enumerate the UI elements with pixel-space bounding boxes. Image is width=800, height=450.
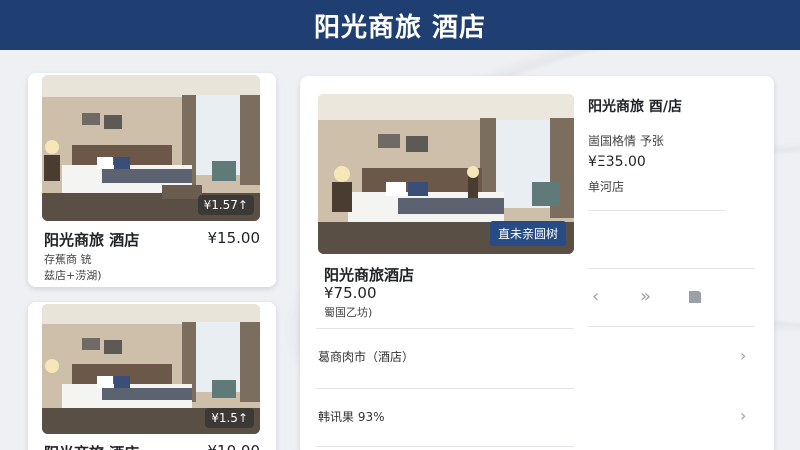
hotel-room-photo: ¥1.5↑ — [42, 304, 260, 434]
price-badge: ¥1.57↑ — [197, 195, 254, 215]
divider — [588, 210, 726, 211]
hotel-room-photo: ¥1.57↑ — [42, 75, 260, 221]
page-title: 阳光商旅 酒店 — [313, 12, 487, 43]
hotel-subline-1: 存蕉商 铳 — [44, 253, 92, 266]
hotel-detail-card: 直未亲圆树 阳光商旅酒店 ¥75.00 蜀国乙坊) 阳光商旅 酉/店 崮国格情 … — [300, 76, 774, 450]
divider — [588, 268, 754, 269]
chevron-right-icon: › — [740, 346, 747, 365]
bookmark-icon[interactable] — [688, 288, 702, 303]
list-item[interactable]: 葛商肉市（酒店） › — [300, 336, 774, 384]
price-badge: ¥1.5↑ — [205, 408, 254, 428]
divider — [316, 328, 574, 329]
double-chevron-right-icon[interactable]: » — [640, 286, 651, 307]
chevron-right-icon: › — [740, 406, 747, 425]
divider — [588, 326, 754, 327]
chevron-left-icon[interactable]: ‹ — [592, 286, 599, 307]
hotel-name: 阳光商旅 酒店 — [44, 442, 139, 450]
app-header: 阳光商旅 酒店 — [0, 0, 800, 50]
promo-badge[interactable]: 直未亲圆树 — [489, 221, 566, 246]
side-subtitle: 崮国格情 予张 — [588, 134, 664, 148]
hotel-card[interactable]: ¥1.57↑ 阳光商旅 酒店 ¥15.00 存蕉商 铳 兹店+涝湖) — [28, 73, 276, 287]
hotel-price: ¥15.00 — [207, 229, 261, 247]
detail-note: 蜀国乙坊) — [324, 306, 373, 319]
hotel-subline-2: 兹店+涝湖) — [44, 269, 102, 282]
divider — [316, 446, 574, 447]
hotel-name: 阳光商旅 酒店 — [44, 231, 140, 249]
detail-hotel-price: ¥75.00 — [324, 284, 377, 302]
hotel-price: ¥10.00 — [208, 442, 261, 450]
list-item-label: 韩讯果 93% — [318, 410, 385, 424]
hotel-card[interactable]: ¥1.5↑ 阳光商旅 酒店 ¥10.00 — [28, 302, 276, 450]
side-location: 单河店 — [588, 180, 625, 194]
side-title: 阳光商旅 酉/店 — [588, 99, 682, 115]
list-item[interactable]: 韩讯果 93% › — [300, 396, 774, 444]
divider — [316, 388, 574, 389]
side-price: ¥Ξ35.00 — [588, 154, 646, 170]
hotel-room-photo-large: 直未亲圆树 — [318, 94, 574, 254]
detail-hotel-name: 阳光商旅酒店 — [324, 266, 415, 284]
list-item-label: 葛商肉市（酒店） — [318, 350, 415, 364]
